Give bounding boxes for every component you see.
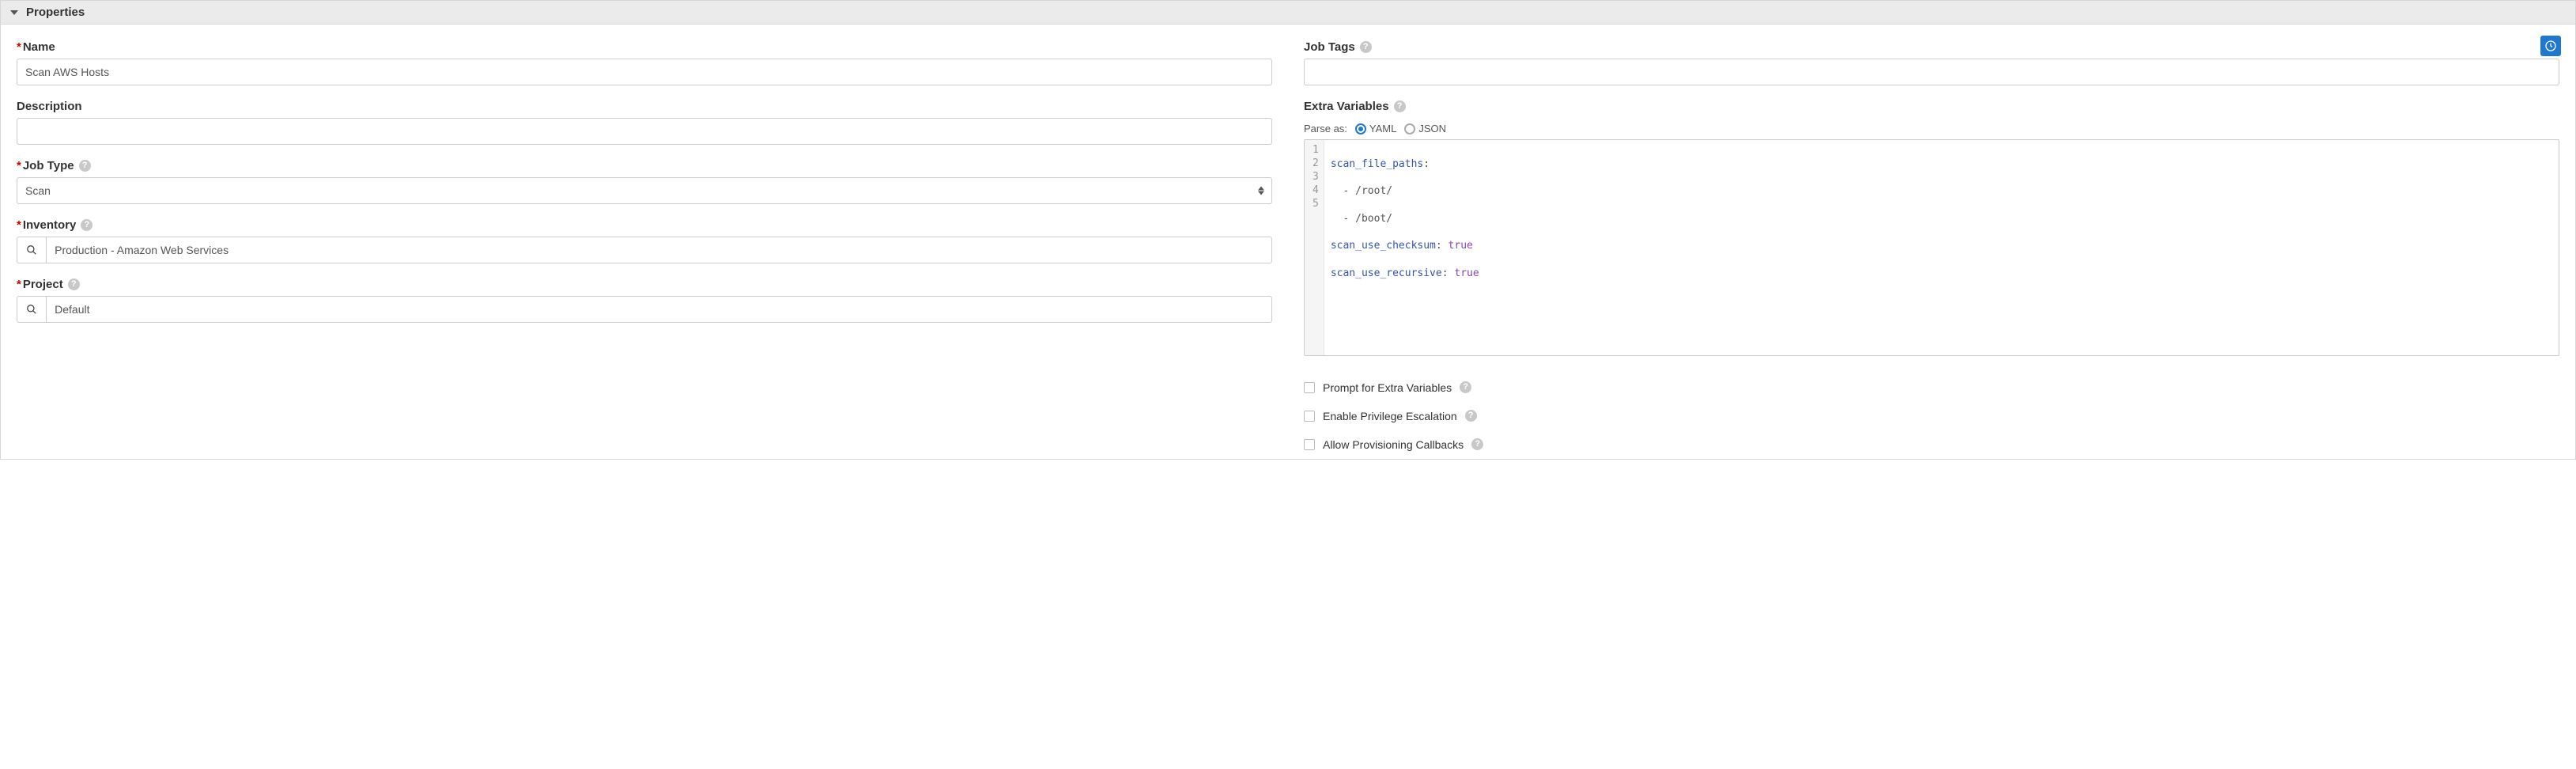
help-icon[interactable]: ? bbox=[1465, 410, 1477, 422]
help-icon[interactable]: ? bbox=[79, 160, 91, 172]
parse-as-label: Parse as: bbox=[1304, 123, 1347, 134]
extra-variables-field: Extra Variables ? Parse as: YAML JSON 12… bbox=[1304, 100, 2559, 356]
search-icon bbox=[26, 304, 37, 315]
job-tags-field: Job Tags ? bbox=[1304, 40, 2559, 85]
project-input[interactable] bbox=[46, 296, 1272, 323]
help-icon[interactable]: ? bbox=[81, 219, 93, 231]
prompt-extra-vars-label: Prompt for Extra Variables bbox=[1323, 381, 1452, 394]
job-type-label: *Job Type ? bbox=[17, 159, 1272, 172]
inventory-lookup-button[interactable] bbox=[17, 237, 46, 263]
left-column: *Name Description *Job Type ? Scan bbox=[17, 40, 1272, 451]
allow-callbacks-checkbox[interactable] bbox=[1304, 439, 1315, 450]
options-group: Prompt for Extra Variables ? Enable Priv… bbox=[1304, 381, 2559, 451]
help-icon[interactable]: ? bbox=[1471, 438, 1483, 450]
inventory-input[interactable] bbox=[46, 237, 1272, 263]
inventory-label: *Inventory ? bbox=[17, 218, 1272, 232]
enable-escalation-checkbox[interactable] bbox=[1304, 411, 1315, 422]
search-icon bbox=[26, 244, 37, 256]
description-field: Description bbox=[17, 100, 1272, 145]
parse-yaml-radio[interactable]: YAML bbox=[1355, 123, 1396, 134]
description-label: Description bbox=[17, 100, 1272, 113]
name-field: *Name bbox=[17, 40, 1272, 85]
name-label: *Name bbox=[17, 40, 1272, 54]
panel-body: *Name Description *Job Type ? Scan bbox=[1, 25, 2575, 459]
help-icon[interactable]: ? bbox=[68, 278, 80, 290]
collapse-caret-icon bbox=[10, 10, 18, 15]
allow-callbacks-label: Allow Provisioning Callbacks bbox=[1323, 438, 1464, 451]
job-type-select[interactable]: Scan bbox=[17, 177, 1272, 204]
code-content[interactable]: scan_file_paths: - /root/ - /boot/ scan_… bbox=[1324, 140, 2559, 355]
line-gutter: 12345 bbox=[1305, 140, 1324, 355]
help-icon[interactable]: ? bbox=[1360, 41, 1372, 53]
project-label: *Project ? bbox=[17, 278, 1272, 291]
prompt-extra-vars-checkbox[interactable] bbox=[1304, 382, 1315, 393]
panel-header[interactable]: Properties bbox=[1, 1, 2575, 25]
enable-escalation-row: Enable Privilege Escalation ? bbox=[1304, 410, 2559, 422]
history-icon bbox=[2544, 40, 2557, 52]
description-input[interactable] bbox=[17, 118, 1272, 145]
help-icon[interactable]: ? bbox=[1394, 100, 1406, 112]
extra-variables-editor[interactable]: 12345 scan_file_paths: - /root/ - /boot/… bbox=[1304, 139, 2559, 356]
name-input[interactable] bbox=[17, 59, 1272, 85]
panel-title: Properties bbox=[26, 6, 85, 19]
right-column: Job Tags ? Extra Variables ? Parse as: Y… bbox=[1304, 40, 2559, 451]
help-icon[interactable]: ? bbox=[1460, 381, 1471, 393]
enable-escalation-label: Enable Privilege Escalation bbox=[1323, 410, 1457, 422]
prompt-extra-vars-row: Prompt for Extra Variables ? bbox=[1304, 381, 2559, 394]
history-button[interactable] bbox=[2540, 36, 2561, 56]
parse-as-row: Parse as: YAML JSON bbox=[1304, 123, 2559, 134]
properties-panel: Properties *Name Description *Job Type ? bbox=[0, 0, 2576, 460]
job-tags-label: Job Tags ? bbox=[1304, 40, 2559, 54]
parse-json-radio[interactable]: JSON bbox=[1404, 123, 1446, 134]
project-field: *Project ? bbox=[17, 278, 1272, 323]
extra-variables-label: Extra Variables ? bbox=[1304, 100, 2559, 113]
job-tags-input[interactable] bbox=[1304, 59, 2559, 85]
job-type-field: *Job Type ? Scan bbox=[17, 159, 1272, 204]
allow-callbacks-row: Allow Provisioning Callbacks ? bbox=[1304, 438, 2559, 451]
project-lookup-button[interactable] bbox=[17, 296, 46, 323]
inventory-field: *Inventory ? bbox=[17, 218, 1272, 263]
